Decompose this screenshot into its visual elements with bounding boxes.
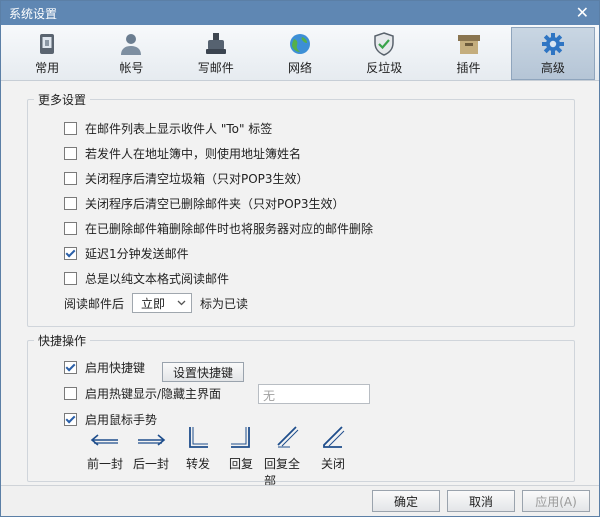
gesture-down-right-icon (189, 427, 208, 448)
phone-icon (34, 32, 60, 56)
tab-toolbar: 常用 帐号 写邮件 网络 反垃圾 插件 高级 (1, 25, 599, 81)
chevron-down-icon (177, 300, 186, 306)
checkbox[interactable] (64, 272, 77, 285)
option-label: 启用鼠标手势 (85, 413, 158, 427)
option-hotkey-toggle-main[interactable]: 启用热键显示/隐藏主界面 (64, 385, 221, 402)
mark-read-select[interactable]: 立即 (132, 293, 193, 313)
shortcuts-group: 快捷操作 启用快捷键 设置快捷键 启用热键显示/隐藏主界面 无 启用鼠标手势 前… (27, 332, 575, 488)
gesture-diagonal-right-icon (323, 426, 345, 448)
option-empty-junk[interactable]: 关闭程序后清空垃圾箱（只对POP3生效） (64, 170, 309, 187)
close-icon[interactable]: ✕ (576, 4, 589, 22)
more-settings-group: 更多设置 在邮件列表上显示收件人 "To" 标签 若发件人在地址簿中，则使用地址… (27, 91, 575, 327)
option-empty-deleted[interactable]: 关闭程序后清空已删除邮件夹（只对POP3生效） (64, 195, 345, 212)
tab-advanced[interactable]: 高级 (510, 27, 595, 80)
tab-label: 网络 (287, 60, 312, 75)
tab-account[interactable]: 帐号 (89, 27, 173, 80)
option-show-to-label[interactable]: 在邮件列表上显示收件人 "To" 标签 (64, 120, 272, 137)
checkbox[interactable] (64, 197, 77, 210)
option-label: 关闭程序后清空已删除邮件夹（只对POP3生效） (85, 197, 345, 211)
checkbox[interactable] (64, 361, 77, 374)
gesture-reply-all: 回复全部 (264, 425, 310, 489)
gesture-diagonal-icon (277, 426, 299, 448)
gesture-reply: 回复 (218, 425, 264, 472)
checkbox[interactable] (64, 247, 77, 260)
globe-icon (287, 32, 313, 56)
option-mouse-gesture[interactable]: 启用鼠标手势 (64, 411, 157, 428)
option-label: 延迟1分钟发送邮件 (85, 247, 189, 261)
ok-button[interactable]: 确定 (372, 490, 440, 512)
option-use-addressbook-name[interactable]: 若发件人在地址簿中，则使用地址簿姓名 (64, 145, 301, 162)
gesture-forward: 转发 (175, 425, 221, 472)
gesture-label: 回复 (228, 457, 253, 471)
box-icon (456, 32, 482, 56)
mark-read-suffix: 标为已读 (200, 296, 249, 311)
option-label: 关闭程序后清空垃圾箱（只对POP3生效） (85, 172, 309, 186)
gesture-close: 关闭 (310, 425, 356, 472)
dialog-footer: 确定 取消 应用(A) (1, 485, 599, 516)
window-title: 系统设置 (9, 6, 58, 21)
tab-compose[interactable]: 写邮件 (174, 27, 258, 80)
tab-network[interactable]: 网络 (258, 27, 342, 80)
mark-read-row: 阅读邮件后 立即 标为已读 (64, 293, 248, 313)
checkbox[interactable] (64, 413, 77, 426)
checkbox[interactable] (64, 147, 77, 160)
option-label: 若发件人在地址簿中，则使用地址簿姓名 (85, 147, 302, 161)
checkbox[interactable] (64, 122, 77, 135)
option-label: 启用热键显示/隐藏主界面 (85, 387, 222, 401)
gesture-previous: 前一封 (82, 429, 128, 472)
tab-antispam[interactable]: 反垃圾 (342, 27, 426, 80)
tab-label: 插件 (456, 60, 481, 75)
user-icon (118, 32, 144, 56)
option-plain-text[interactable]: 总是以纯文本格式阅读邮件 (64, 270, 229, 287)
tab-label: 常用 (35, 60, 60, 75)
gesture-label: 关闭 (320, 457, 345, 471)
apply-button[interactable]: 应用(A) (522, 490, 590, 512)
arrow-left-icon (90, 434, 118, 446)
title-bar: 系统设置 ✕ (1, 1, 599, 25)
arrow-right-icon (138, 434, 166, 446)
option-label: 启用快捷键 (85, 361, 146, 375)
group-title: 更多设置 (34, 91, 91, 108)
option-enable-hotkeys[interactable]: 启用快捷键 (64, 359, 145, 376)
gesture-label: 前一封 (86, 457, 123, 471)
tab-label: 帐号 (119, 60, 144, 75)
checkbox[interactable] (64, 172, 77, 185)
group-title: 快捷操作 (34, 332, 91, 349)
gesture-label: 回复全部 (264, 457, 301, 488)
tab-plugins[interactable]: 插件 (426, 27, 510, 80)
option-delay-send[interactable]: 延迟1分钟发送邮件 (64, 245, 189, 262)
tab-label: 反垃圾 (366, 60, 403, 75)
option-delete-on-server[interactable]: 在已删除邮件箱删除邮件时也将服务器对应的邮件删除 (64, 220, 373, 237)
advanced-panel: 更多设置 在邮件列表上显示收件人 "To" 标签 若发件人在地址簿中，则使用地址… (1, 82, 599, 488)
tab-label: 高级 (540, 60, 565, 75)
option-label: 总是以纯文本格式阅读邮件 (85, 272, 230, 286)
mark-read-prefix: 阅读邮件后 (64, 296, 125, 311)
hotkey-input[interactable]: 无 (258, 384, 370, 404)
tab-general[interactable]: 常用 (5, 27, 89, 80)
gesture-label: 后一封 (132, 457, 169, 471)
cancel-button[interactable]: 取消 (447, 490, 515, 512)
gesture-down-left-icon (231, 427, 250, 448)
option-label: 在邮件列表上显示收件人 "To" 标签 (85, 122, 273, 136)
shield-icon (371, 31, 397, 56)
inkpot-icon (203, 32, 229, 56)
select-value: 立即 (141, 296, 166, 311)
gesture-next: 后一封 (128, 429, 174, 472)
option-label: 在已删除邮件箱删除邮件时也将服务器对应的邮件删除 (85, 222, 374, 236)
checkbox[interactable] (64, 387, 77, 400)
gear-icon (540, 32, 566, 56)
gesture-label: 转发 (185, 457, 210, 471)
tab-label: 写邮件 (197, 60, 234, 75)
set-hotkeys-button[interactable]: 设置快捷键 (162, 362, 244, 382)
checkbox[interactable] (64, 222, 77, 235)
settings-window: 系统设置 ✕ 常用 帐号 写邮件 网络 反垃圾 插件 高级 更多设置 在邮件列表… (0, 0, 600, 517)
